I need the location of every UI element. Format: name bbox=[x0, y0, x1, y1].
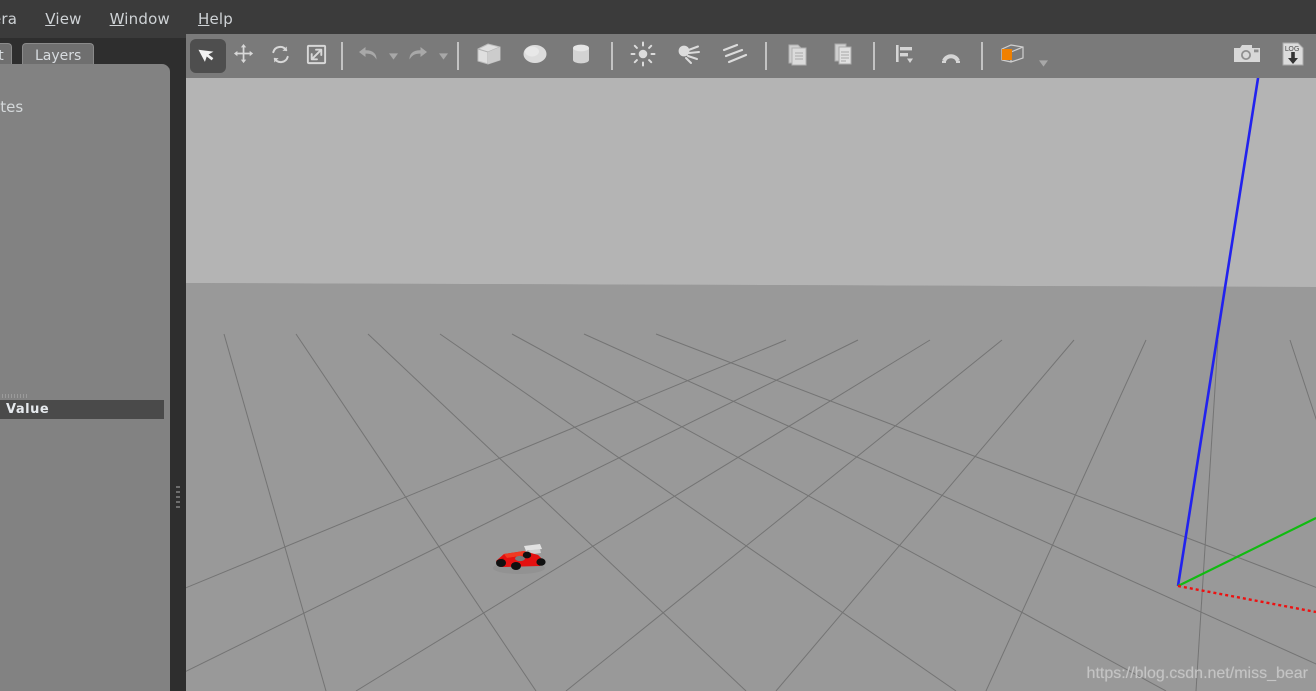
select-tool-button[interactable] bbox=[190, 39, 226, 73]
ground-plane bbox=[186, 283, 1316, 691]
menu-help[interactable]: Help bbox=[184, 8, 247, 30]
magnet-icon bbox=[938, 41, 964, 71]
sky-band bbox=[186, 78, 1316, 287]
move-tool-button[interactable] bbox=[226, 39, 262, 73]
align-button[interactable] bbox=[882, 39, 928, 73]
menubar: era View Window Help bbox=[0, 0, 1316, 38]
tab-clipped-label: t bbox=[0, 48, 4, 64]
redo-button[interactable] bbox=[400, 39, 436, 73]
directional-light-icon bbox=[720, 41, 750, 71]
toolbar-separator-5 bbox=[873, 42, 875, 70]
3d-viewport[interactable]: https://blog.csdn.net/miss_bear bbox=[186, 78, 1316, 691]
dock-splitter[interactable] bbox=[170, 38, 186, 691]
save-log-button[interactable]: LOG bbox=[1270, 39, 1316, 73]
column-resize-grip[interactable] bbox=[2, 394, 28, 398]
menu-camera[interactable]: era bbox=[0, 8, 31, 30]
toolbar-separator-3 bbox=[611, 42, 613, 70]
menu-window-mnemonic: W bbox=[109, 10, 125, 28]
add-box-button[interactable] bbox=[466, 39, 512, 73]
app-window: era View Window Help t Layers rdinates V… bbox=[0, 0, 1316, 691]
log-icon-text: LOG bbox=[1285, 45, 1300, 53]
log-download-icon: LOG bbox=[1279, 41, 1307, 71]
material-color-button[interactable] bbox=[990, 39, 1036, 73]
move-arrows-icon bbox=[233, 43, 256, 70]
add-sphere-button[interactable] bbox=[512, 39, 558, 73]
screenshot-button[interactable] bbox=[1224, 39, 1270, 73]
splitter-grip[interactable] bbox=[176, 486, 180, 508]
viewport-scene bbox=[186, 78, 1316, 691]
add-cylinder-button[interactable] bbox=[558, 39, 604, 73]
orange-cube-icon bbox=[998, 41, 1028, 71]
toolbar-separator-2 bbox=[457, 42, 459, 70]
menu-camera-label: era bbox=[0, 10, 18, 28]
snap-magnet-button[interactable] bbox=[928, 39, 974, 73]
add-directional-light-button[interactable] bbox=[712, 39, 758, 73]
panel-title: rdinates bbox=[0, 98, 24, 116]
undo-arrow-icon bbox=[356, 42, 380, 70]
left-dock-panel: rdinates Value bbox=[0, 64, 170, 691]
copy-pages-icon bbox=[784, 41, 810, 71]
point-light-icon bbox=[630, 41, 656, 71]
box-icon bbox=[475, 41, 503, 71]
align-left-icon bbox=[892, 41, 918, 71]
undo-history-dropdown[interactable] bbox=[386, 39, 400, 73]
toolbar-separator-6 bbox=[981, 42, 983, 70]
menu-help-mnemonic: H bbox=[197, 10, 210, 28]
undo-button[interactable] bbox=[350, 39, 386, 73]
cylinder-icon bbox=[567, 41, 595, 71]
toolbar-separator-1 bbox=[341, 42, 343, 70]
rotate-tool-button[interactable] bbox=[262, 39, 298, 73]
add-spot-light-button[interactable] bbox=[666, 39, 712, 73]
spot-light-icon bbox=[675, 41, 703, 71]
paste-clipboard-icon bbox=[830, 41, 856, 71]
rotate-arrows-icon bbox=[269, 43, 292, 70]
main-toolbar: LOG bbox=[186, 34, 1316, 78]
camera-icon bbox=[1232, 42, 1262, 70]
redo-history-dropdown[interactable] bbox=[436, 39, 450, 73]
scale-tool-button[interactable] bbox=[298, 39, 334, 73]
menu-view[interactable]: View bbox=[31, 8, 95, 30]
redo-arrow-icon bbox=[406, 42, 430, 70]
menu-window-label: indow bbox=[124, 10, 170, 28]
cursor-arrow-icon bbox=[197, 43, 219, 69]
paste-button[interactable] bbox=[820, 39, 866, 73]
value-column-header[interactable]: Value bbox=[0, 400, 164, 419]
add-point-light-button[interactable] bbox=[620, 39, 666, 73]
copy-button[interactable] bbox=[774, 39, 820, 73]
material-dropdown[interactable] bbox=[1036, 39, 1050, 73]
toolbar-separator-4 bbox=[765, 42, 767, 70]
tab-layers-label: Layers bbox=[35, 48, 82, 64]
sphere-icon bbox=[521, 41, 549, 71]
menu-view-mnemonic: V bbox=[45, 10, 56, 28]
scale-diagonal-icon bbox=[305, 43, 328, 70]
menu-window[interactable]: Window bbox=[96, 8, 184, 30]
menu-view-label: iew bbox=[55, 10, 82, 28]
menu-help-label: elp bbox=[209, 10, 233, 28]
